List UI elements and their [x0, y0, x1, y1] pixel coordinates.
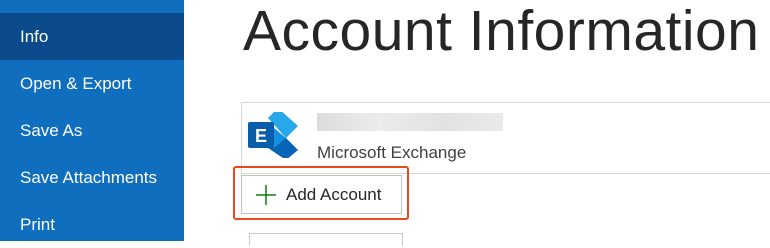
- nav-item-save-attachments[interactable]: Save Attachments: [0, 154, 184, 201]
- svg-text:E: E: [255, 126, 267, 146]
- backstage-nav: Info Open & Export Save As Save Attachme…: [0, 0, 184, 241]
- exchange-icon: E: [246, 108, 298, 160]
- account-selector[interactable]: E Microsoft Exchange: [241, 102, 770, 174]
- account-type: Microsoft Exchange: [317, 143, 467, 162]
- next-section-card[interactable]: [249, 233, 403, 246]
- nav-item-open-export[interactable]: Open & Export: [0, 60, 184, 107]
- account-email-redacted: [317, 113, 503, 131]
- main-panel: Account Information E Microsoft Exchange…: [184, 0, 770, 246]
- add-account-label: Add Account: [286, 185, 382, 204]
- nav-item-save-as[interactable]: Save As: [0, 107, 184, 154]
- plus-icon: [255, 184, 277, 206]
- add-account-button[interactable]: Add Account: [241, 175, 402, 214]
- nav-item-info[interactable]: Info: [0, 13, 184, 60]
- page-title: Account Information: [243, 0, 760, 63]
